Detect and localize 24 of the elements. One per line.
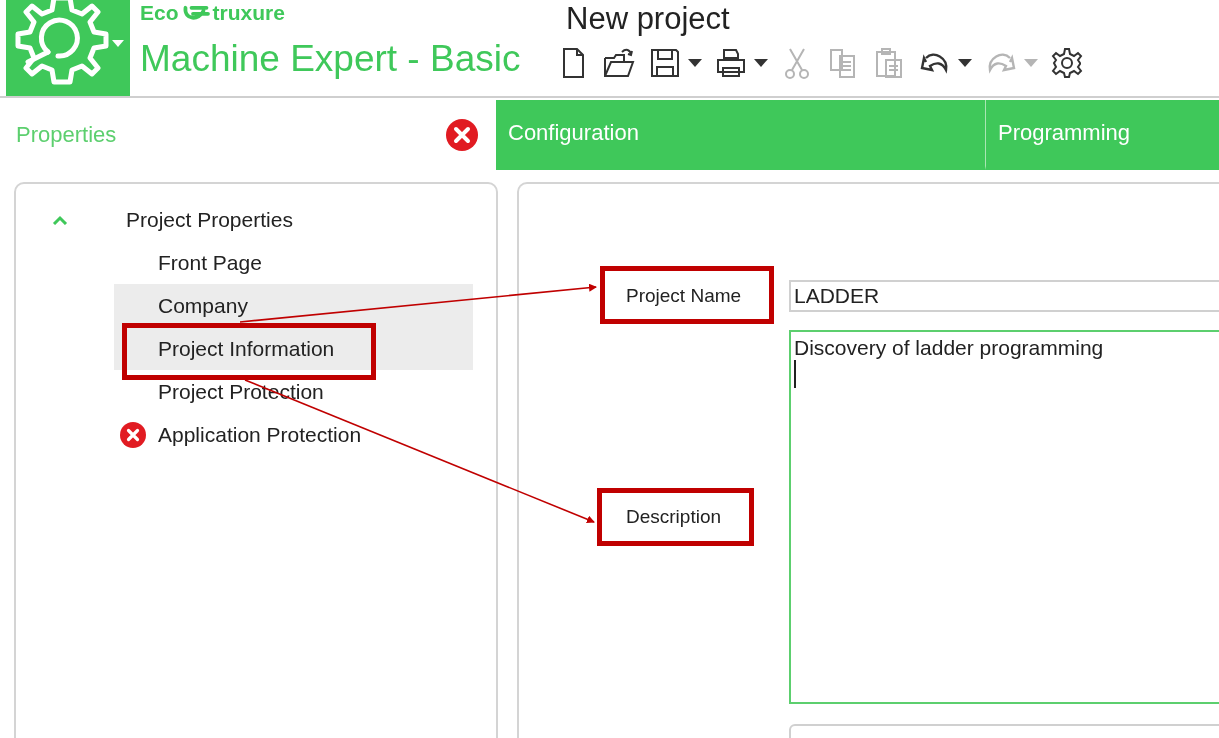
dropdown-caret-icon[interactable] xyxy=(688,59,702,67)
caret-icon xyxy=(112,40,124,47)
error-icon[interactable] xyxy=(446,119,478,151)
logo-text: truxure xyxy=(212,1,285,25)
save-button[interactable] xyxy=(648,46,682,80)
open-button[interactable] xyxy=(602,46,636,80)
tree-item[interactable]: Front Page xyxy=(114,241,473,284)
logo-tile[interactable] xyxy=(6,0,130,96)
tree-item[interactable]: Company xyxy=(114,284,473,327)
field-label: Project Name xyxy=(626,285,742,307)
logo-text: Eco xyxy=(140,1,179,25)
project-title: New project xyxy=(566,0,731,38)
tree-item[interactable]: Project Properties xyxy=(126,207,293,232)
tree-item[interactable]: Project Information xyxy=(114,327,473,370)
dropdown-caret-icon[interactable] xyxy=(958,59,972,67)
dropdown-caret-icon[interactable] xyxy=(754,59,768,67)
text-area[interactable]: Discovery of ladder programming xyxy=(789,330,1219,704)
settings-icon[interactable] xyxy=(1050,46,1084,80)
print-button[interactable] xyxy=(714,46,748,80)
input-field[interactable]: LADDER xyxy=(789,280,1219,312)
field-label: Description xyxy=(626,506,722,528)
product-name: Machine Expert - Basic xyxy=(140,38,522,80)
panel-title: Properties xyxy=(16,122,117,148)
tree-item[interactable]: Application Protection xyxy=(114,413,473,456)
